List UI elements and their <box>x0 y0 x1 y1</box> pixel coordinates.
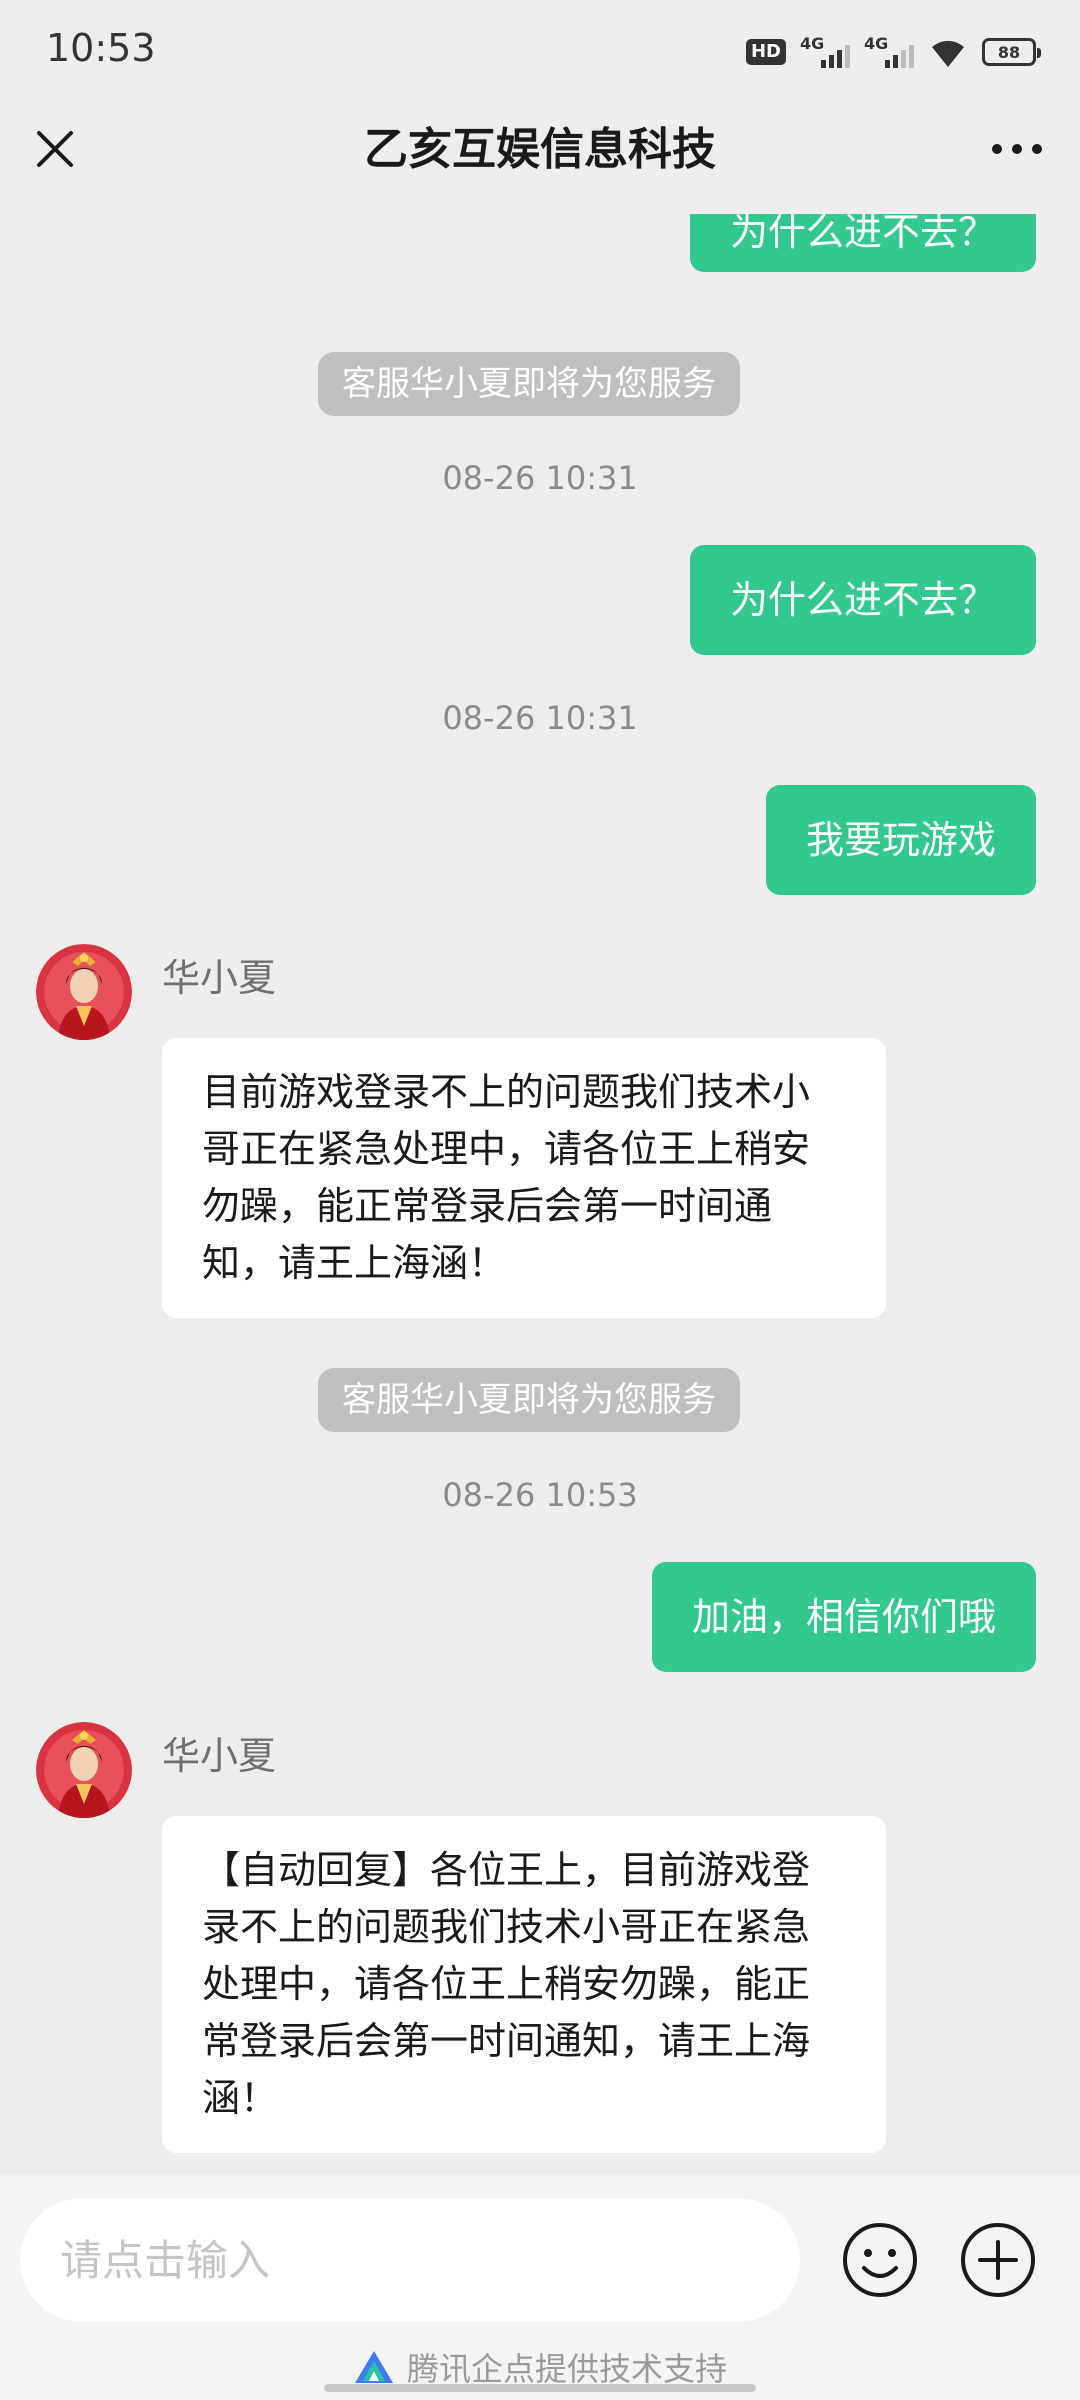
agent-avatar-icon <box>36 1722 132 1818</box>
message-timestamp: 08-26 10:31 <box>442 459 638 497</box>
more-icon-dot <box>992 144 1002 154</box>
hd-badge: HD <box>745 39 786 65</box>
more-icon-dot <box>1032 144 1042 154</box>
system-notice: 客服华小夏即将为您服务 <box>318 352 740 416</box>
emoji-icon[interactable] <box>840 2220 920 2300</box>
sender-name: 华小夏 <box>162 956 277 1000</box>
status-icons: HD 4G 4G 88 <box>745 32 1041 72</box>
incoming-message[interactable]: 【自动回复】各位王上，目前游戏登录不上的问题我们技术小哥正在紧急处理中，请各位王… <box>162 1816 886 2153</box>
signal-icon: 4G <box>800 34 850 70</box>
avatar[interactable] <box>36 944 132 1040</box>
message-timestamp: 08-26 10:31 <box>442 699 638 737</box>
status-time: 10:53 <box>46 26 156 70</box>
sender-name: 华小夏 <box>162 1734 277 1778</box>
outgoing-message[interactable]: 为什么进不去？ <box>689 545 1036 655</box>
chat-message-list[interactable]: 为什么进不去？ 客服华小夏即将为您服务 08-26 10:31 为什么进不去？ … <box>0 214 1080 2174</box>
avatar[interactable] <box>36 1722 132 1818</box>
status-bar: 10:53 HD 4G 4G 88 <box>0 0 1080 100</box>
wifi-icon <box>932 40 964 67</box>
battery-icon: 88 <box>982 38 1041 66</box>
input-bar: 腾讯企点提供技术支持 <box>0 2174 1080 2400</box>
page-title: 乙亥互娱信息科技 <box>364 124 716 175</box>
outgoing-message[interactable]: 加油，相信你们哦 <box>651 1562 1036 1672</box>
chat-header: 乙亥互娱信息科技 <box>0 100 1080 214</box>
message-input[interactable] <box>20 2198 800 2322</box>
incoming-message[interactable]: 目前游戏登录不上的问题我们技术小哥正在紧急处理中，请各位王上稍安勿躁，能正常登录… <box>162 1038 886 1318</box>
more-button[interactable] <box>982 122 1052 176</box>
battery-level: 88 <box>997 42 1021 62</box>
outgoing-message[interactable]: 为什么进不去？ <box>689 214 1036 272</box>
system-notice: 客服华小夏即将为您服务 <box>318 1368 740 1432</box>
more-icon-dot <box>1012 144 1022 154</box>
message-timestamp: 08-26 10:53 <box>442 1476 638 1514</box>
outgoing-message[interactable]: 我要玩游戏 <box>765 785 1036 895</box>
plus-icon[interactable] <box>958 2220 1038 2300</box>
home-indicator[interactable] <box>324 2384 756 2392</box>
qidian-logo-icon <box>354 2351 393 2383</box>
signal-icon-2: 4G <box>864 34 914 70</box>
agent-avatar-icon <box>36 944 132 1040</box>
